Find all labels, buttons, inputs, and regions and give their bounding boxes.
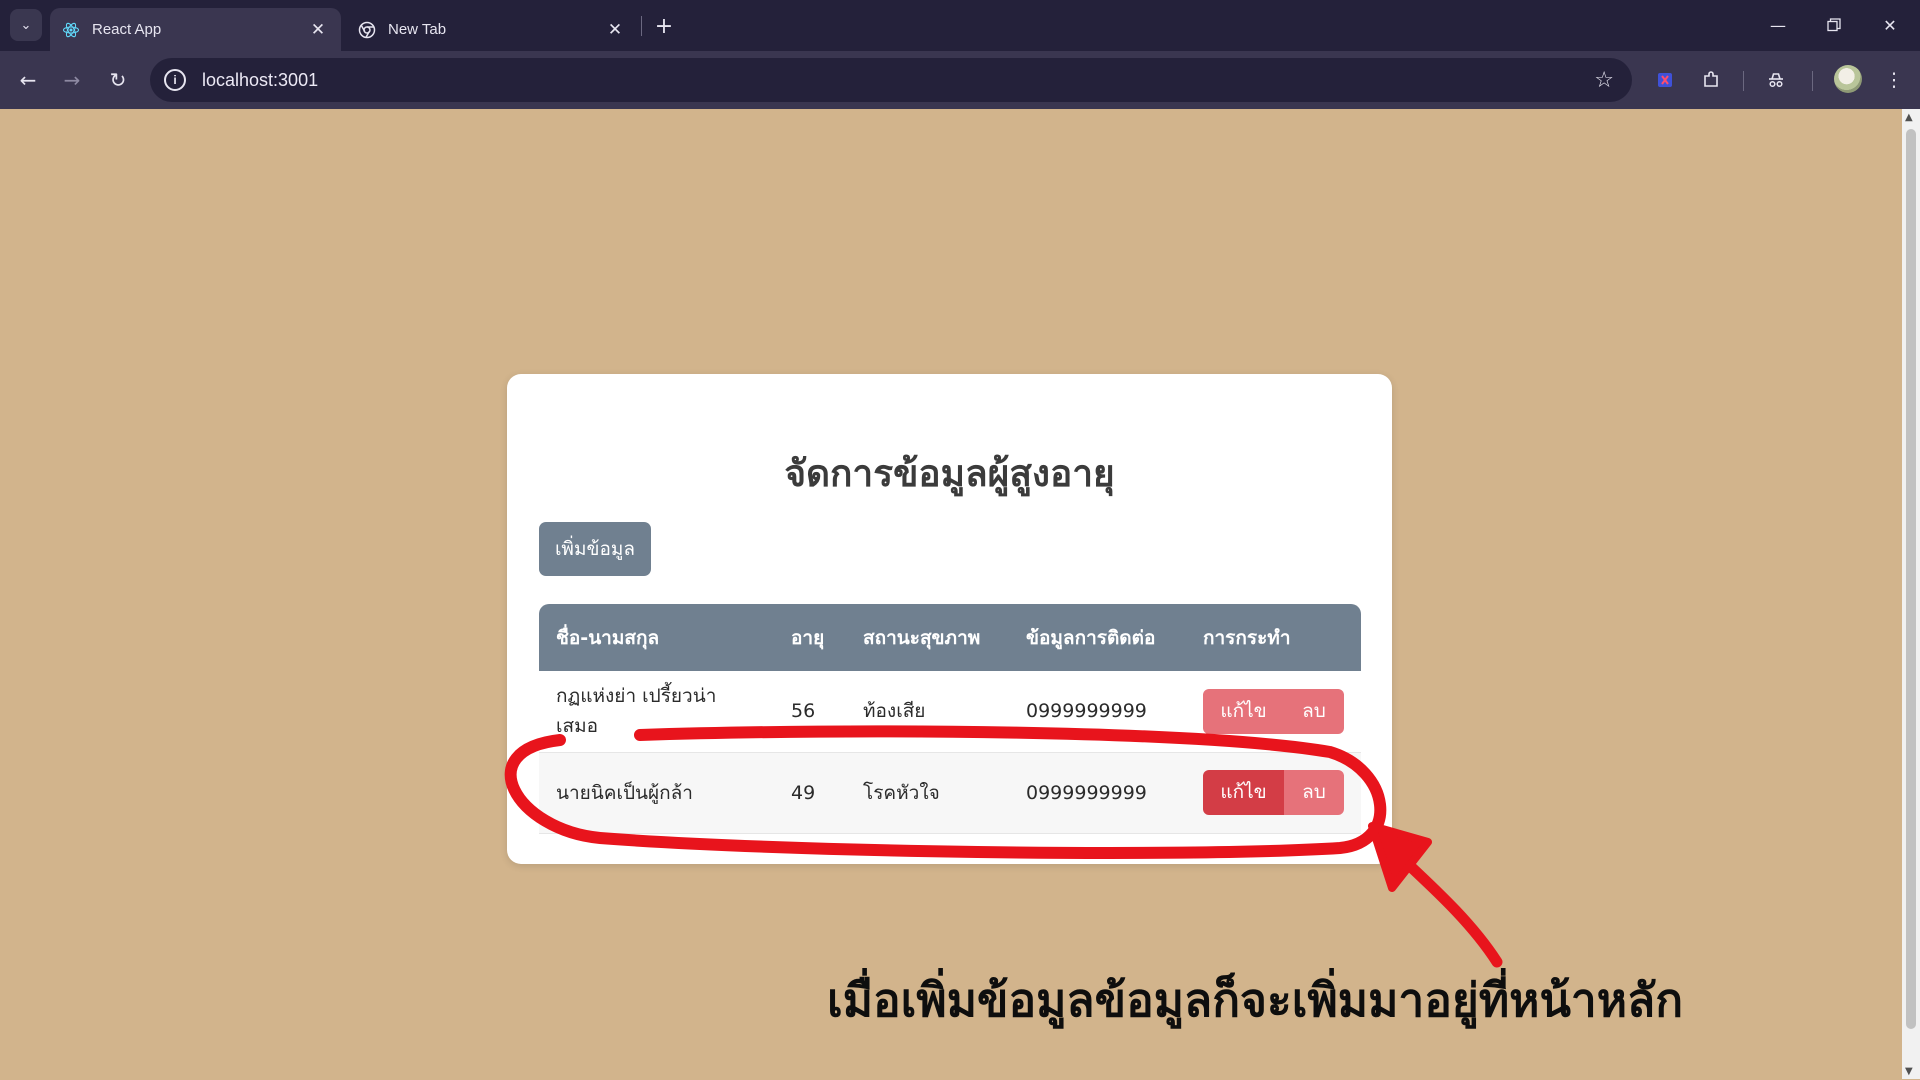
cell-name: นายนิคเป็นผู้กล้า	[539, 752, 774, 834]
add-data-button[interactable]: เพิ่มข้อมูล	[539, 522, 651, 576]
chrome-icon	[358, 21, 376, 39]
cell-age: 56	[774, 671, 846, 753]
tab-new-tab[interactable]: New Tab ✕	[346, 8, 638, 51]
edit-button[interactable]: แก้ไข	[1203, 688, 1284, 734]
tab-strip: ⌄ React App ✕ New Tab ✕ + — ✕	[0, 0, 1920, 51]
cell-health: ท้องเสีย	[846, 671, 1009, 753]
tab-title: New Tab	[388, 21, 447, 38]
extensions-puzzle-icon[interactable]	[1695, 64, 1727, 96]
edit-button[interactable]: แก้ไข	[1203, 770, 1284, 815]
profile-avatar[interactable]	[1834, 65, 1862, 93]
elderly-table: ชื่อ-นามสกุล อายุ สถานะสุขภาพ ข้อมูลการต…	[539, 604, 1361, 834]
back-icon[interactable]: ←	[12, 64, 44, 96]
column-header-contact: ข้อมูลการติดต่อ	[1026, 626, 1156, 649]
scrollbar-thumb[interactable]	[1906, 129, 1916, 1029]
tab-divider	[641, 16, 642, 36]
site-info-icon[interactable]: i	[164, 69, 186, 91]
chevron-down-icon: ⌄	[20, 17, 32, 33]
browser-toolbar: ← → ↻ i localhost:3001 ☆ ⋮	[0, 51, 1920, 109]
toolbar-divider	[1743, 71, 1744, 91]
forward-icon[interactable]: →	[56, 64, 88, 96]
column-header-actions: การกระทำ	[1203, 626, 1291, 649]
extension-icon[interactable]	[1649, 64, 1681, 96]
toolbar-divider	[1812, 71, 1813, 91]
incognito-icon[interactable]	[1760, 64, 1792, 96]
tab-react-app[interactable]: React App ✕	[50, 8, 341, 51]
scroll-up-icon[interactable]: ▲	[1905, 112, 1913, 123]
bookmark-star-icon[interactable]: ☆	[1594, 68, 1614, 93]
delete-button[interactable]: ลบ	[1284, 770, 1344, 815]
address-bar[interactable]: i localhost:3001 ☆	[150, 58, 1632, 102]
delete-button[interactable]: ลบ	[1284, 688, 1344, 734]
annotation-caption: เมื่อเพิ่มข้อมูลข้อมูลก็จะเพิ่มมาอยู่ที่…	[827, 973, 1684, 1027]
new-tab-button[interactable]: +	[650, 12, 678, 40]
tab-search-button[interactable]: ⌄	[10, 9, 42, 41]
cell-contact: 0999999999	[1009, 671, 1186, 753]
page-title: จัดการข้อมูลผู้สูงอายุ	[784, 452, 1115, 495]
cell-actions: แก้ไข ลบ	[1186, 671, 1361, 753]
table-header-row: ชื่อ-นามสกุล อายุ สถานะสุขภาพ ข้อมูลการต…	[539, 604, 1361, 671]
column-header-age: อายุ	[791, 626, 825, 649]
page-scrollbar[interactable]: ▲ ▼	[1902, 109, 1920, 1079]
column-header-health: สถานะสุขภาพ	[863, 626, 981, 649]
close-window-icon[interactable]: ✕	[1862, 0, 1918, 50]
scroll-down-icon[interactable]: ▼	[1905, 1066, 1913, 1077]
close-tab-icon[interactable]: ✕	[604, 19, 626, 41]
table-row: กฏแห่งย่า เปรี้ยวน่าเสมอ 56 ท้องเสีย 099…	[539, 671, 1361, 753]
cell-name: กฏแห่งย่า เปรี้ยวน่าเสมอ	[539, 671, 774, 753]
tab-title: React App	[92, 21, 162, 38]
react-icon	[62, 21, 80, 39]
address-url[interactable]: localhost:3001	[202, 70, 1594, 91]
close-tab-icon[interactable]: ✕	[307, 19, 329, 41]
column-header-name: ชื่อ-นามสกุล	[556, 626, 660, 649]
cell-age: 49	[774, 752, 846, 834]
minimize-icon[interactable]: —	[1750, 0, 1806, 50]
cell-health: โรคหัวใจ	[846, 752, 1009, 834]
cell-contact: 0999999999	[1009, 752, 1186, 834]
reload-icon[interactable]: ↻	[102, 64, 134, 96]
table-row: นายนิคเป็นผู้กล้า 49 โรคหัวใจ 0999999999…	[539, 752, 1361, 834]
more-menu-icon[interactable]: ⋮	[1878, 64, 1910, 96]
management-card: จัดการข้อมูลผู้สูงอายุ เพิ่มข้อมูล ชื่อ-…	[507, 374, 1392, 864]
cell-actions: แก้ไข ลบ	[1186, 752, 1361, 834]
restore-icon[interactable]	[1806, 0, 1862, 50]
